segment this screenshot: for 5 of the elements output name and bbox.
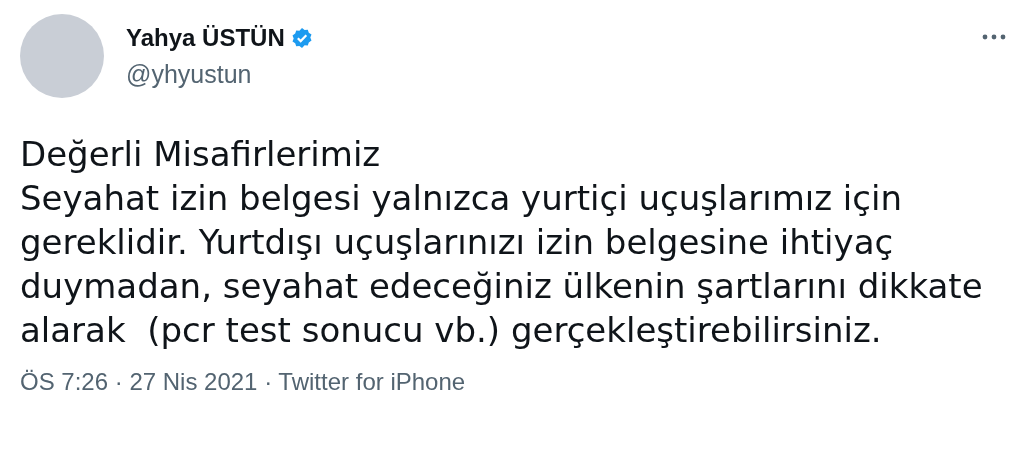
- more-icon[interactable]: [982, 34, 1006, 40]
- author-handle[interactable]: @yhyustun: [126, 59, 960, 89]
- tweet-text: Değerli Misafirlerimiz Seyahat izin belgesi yalnızca yurtiçi uçuşlarımız için gereklidir. Yurtdışı uçuşlarınızı izin belgesine ihtiyaç duymadan, seyahat edeceğiniz ülkenin şartlarını dikkate alarak (pcr test sonucu vb.) gerçekleştirebilirsiniz.: [20, 133, 984, 352]
- author-name[interactable]: Yahya ÜSTÜN: [126, 23, 285, 52]
- tweet-timestamp-source: ÖS 7:26 · 27 Nis 2021 · Twitter for iPhone: [20, 368, 466, 396]
